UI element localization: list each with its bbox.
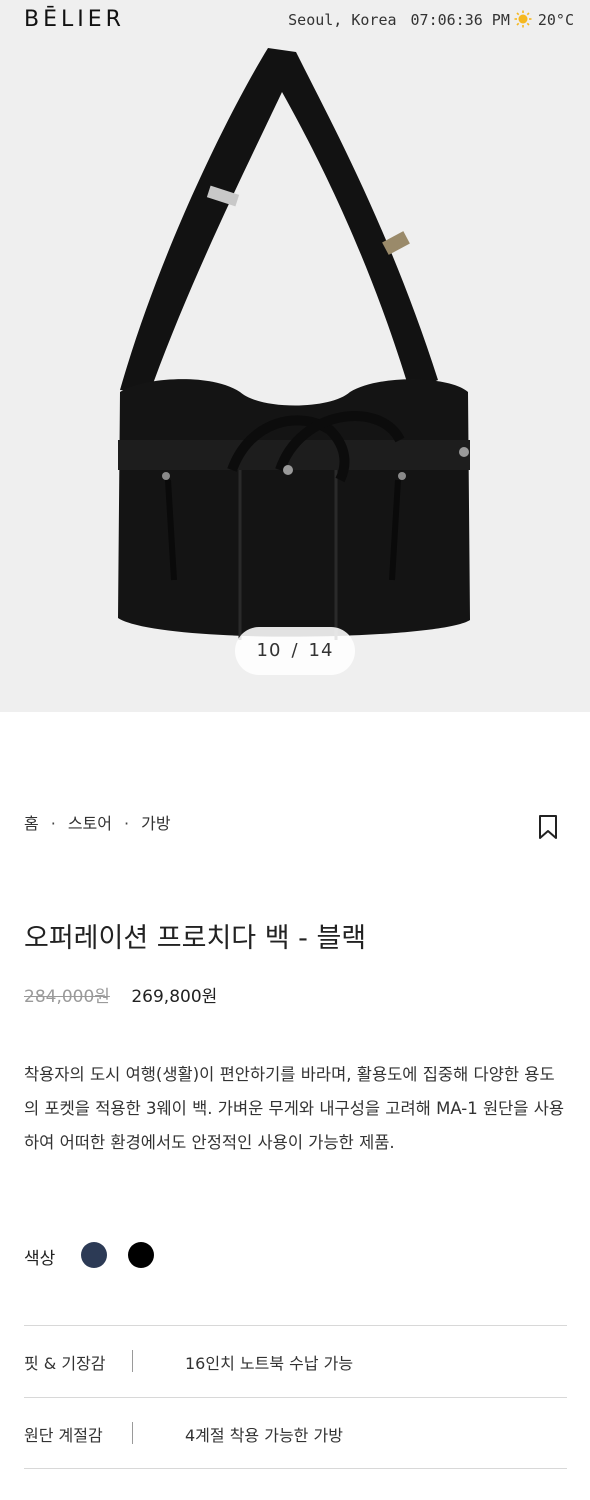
temperature-text: 20°C	[537, 11, 574, 29]
color-label: 색상	[24, 1249, 56, 1269]
original-price: 284,000원	[24, 987, 110, 1007]
breadcrumb-home[interactable]: 홈	[24, 814, 39, 833]
product-gallery[interactable]: BĒLIER Seoul, Korea 07:06:36 PM 20°C 10 / 14	[0, 0, 590, 712]
color-swatch-navy[interactable]	[81, 1242, 107, 1268]
breadcrumb-store[interactable]: 스토어	[68, 814, 112, 833]
product-description: 착용자의 도시 여행(생활)이 편안하기를 바라며, 활용도에 집중해 다양한 …	[24, 1065, 565, 1152]
breadcrumb-separator: ·	[50, 814, 56, 833]
sun-icon	[514, 10, 532, 28]
breadcrumb-bags[interactable]: 가방	[141, 814, 170, 833]
spec-divider	[132, 1350, 133, 1372]
top-bar: BĒLIER Seoul, Korea 07:06:36 PM 20°C	[0, 0, 590, 44]
gallery-pager: 10 / 14	[235, 627, 355, 675]
brand-logo[interactable]: BĒLIER	[24, 7, 125, 32]
time-text: 07:06:36 PM	[410, 11, 510, 29]
spec-divider-bottom	[24, 1468, 567, 1469]
breadcrumb-separator: ·	[124, 814, 130, 833]
breadcrumb: 홈 · 스토어 · 가방	[24, 810, 171, 834]
pager-current: 10	[256, 640, 282, 661]
spec-value: 16인치 노트북 수납 가능	[185, 1354, 354, 1373]
product-image	[118, 48, 470, 640]
pager-separator: /	[291, 640, 299, 661]
spec-row: 원단 계절감 4계절 착용 가능한 가방	[24, 1397, 567, 1469]
spec-row: 핏 & 기장감 16인치 노트북 수납 가능	[24, 1325, 567, 1397]
color-swatch-black[interactable]	[128, 1242, 154, 1268]
spec-key: 핏 & 기장감	[24, 1354, 106, 1373]
bookmark-icon[interactable]	[538, 814, 558, 840]
spec-value: 4계절 착용 가능한 가방	[185, 1426, 343, 1445]
spec-divider	[132, 1422, 133, 1444]
pager-total: 14	[308, 640, 334, 661]
location-text: Seoul, Korea	[288, 11, 397, 29]
sale-price: 269,800원	[131, 987, 218, 1007]
price-row: 284,000원 269,800원	[24, 982, 217, 1007]
product-title: 오퍼레이션 프로치다 백 - 블랙	[24, 923, 367, 954]
spec-key: 원단 계절감	[24, 1426, 103, 1445]
location-time-weather: Seoul, Korea 07:06:36 PM 20°C	[288, 10, 574, 29]
